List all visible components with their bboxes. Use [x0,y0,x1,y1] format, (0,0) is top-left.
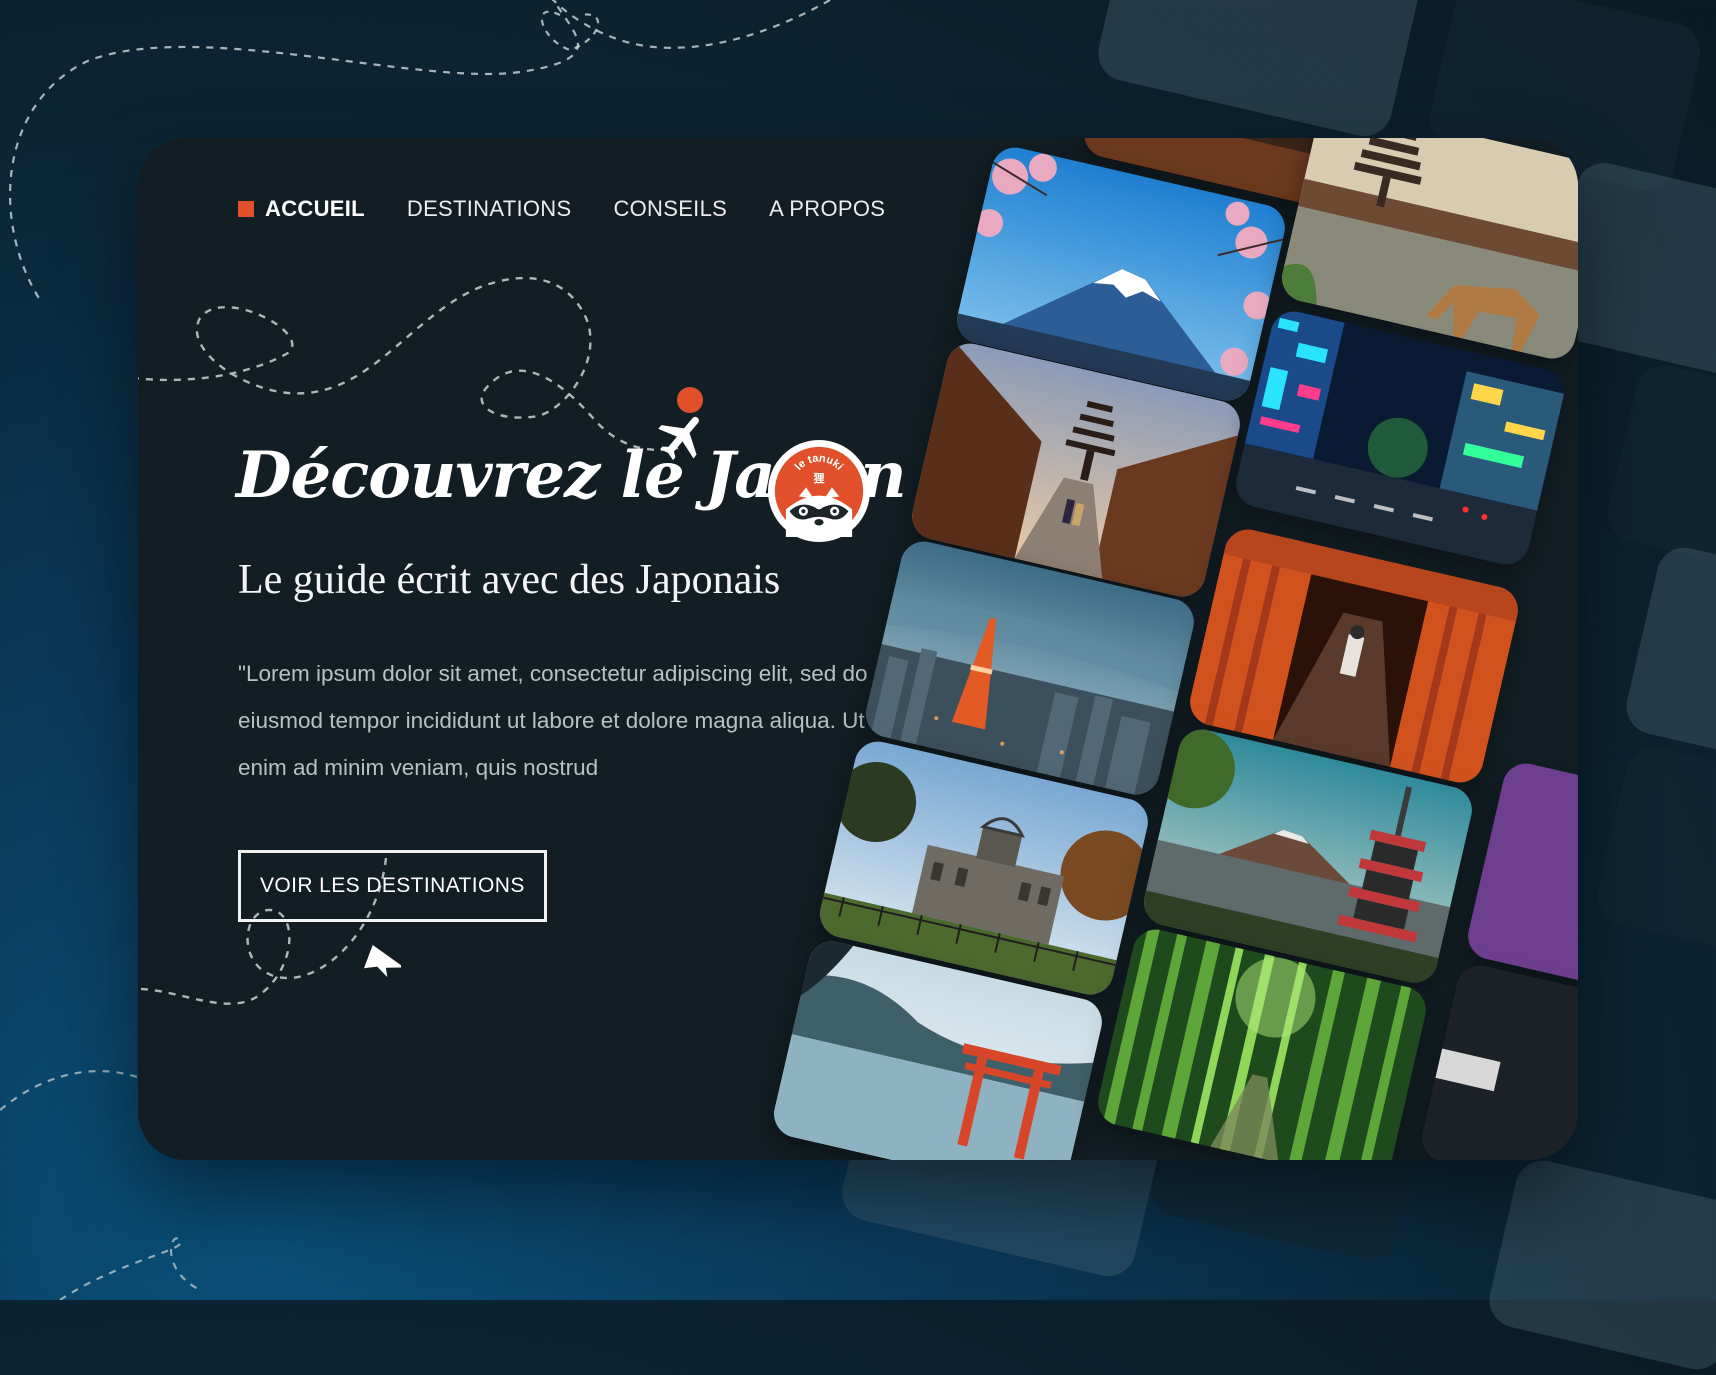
background-tile [1592,742,1716,958]
nav-item-conseils[interactable]: CONSEILS [613,196,727,222]
nav-item-a-propos[interactable]: A PROPOS [769,196,885,222]
nav-item-label: A PROPOS [769,196,886,221]
intro-paragraph: "Lorem ipsum dolor sit amet, consectetur… [238,661,868,780]
background-tile [1092,0,1424,142]
page-subtitle: Le guide écrit avec des Japonais [238,557,781,603]
paper-plane-icon [363,944,401,978]
nav-item-label: ACCUEIL [265,196,365,221]
background-tile [1483,1155,1716,1375]
logo-kanji: 狸 [812,472,824,485]
nav-item-label: CONSEILS [613,196,728,221]
tanuki-logo-icon: le tanuki 狸 [768,440,870,542]
nav-item-label: DESTINATIONS [406,196,572,221]
view-destinations-button[interactable]: VOIR LES DESTINATIONS [238,850,547,922]
nav-item-destinations[interactable]: DESTINATIONS [407,196,572,222]
nav-item-accueil[interactable]: ACCUEIL [238,196,365,222]
active-marker-icon [238,201,254,217]
photo-gallery [138,138,1578,1160]
gallery-photo[interactable] [1417,960,1578,1160]
hero-card: ACCUEIL DESTINATIONS CONSEILS A PROPOS D… [138,138,1578,1160]
background-tile [1620,542,1716,768]
background-tile [1602,359,1716,581]
main-nav: ACCUEIL DESTINATIONS CONSEILS A PROPOS [238,196,885,222]
